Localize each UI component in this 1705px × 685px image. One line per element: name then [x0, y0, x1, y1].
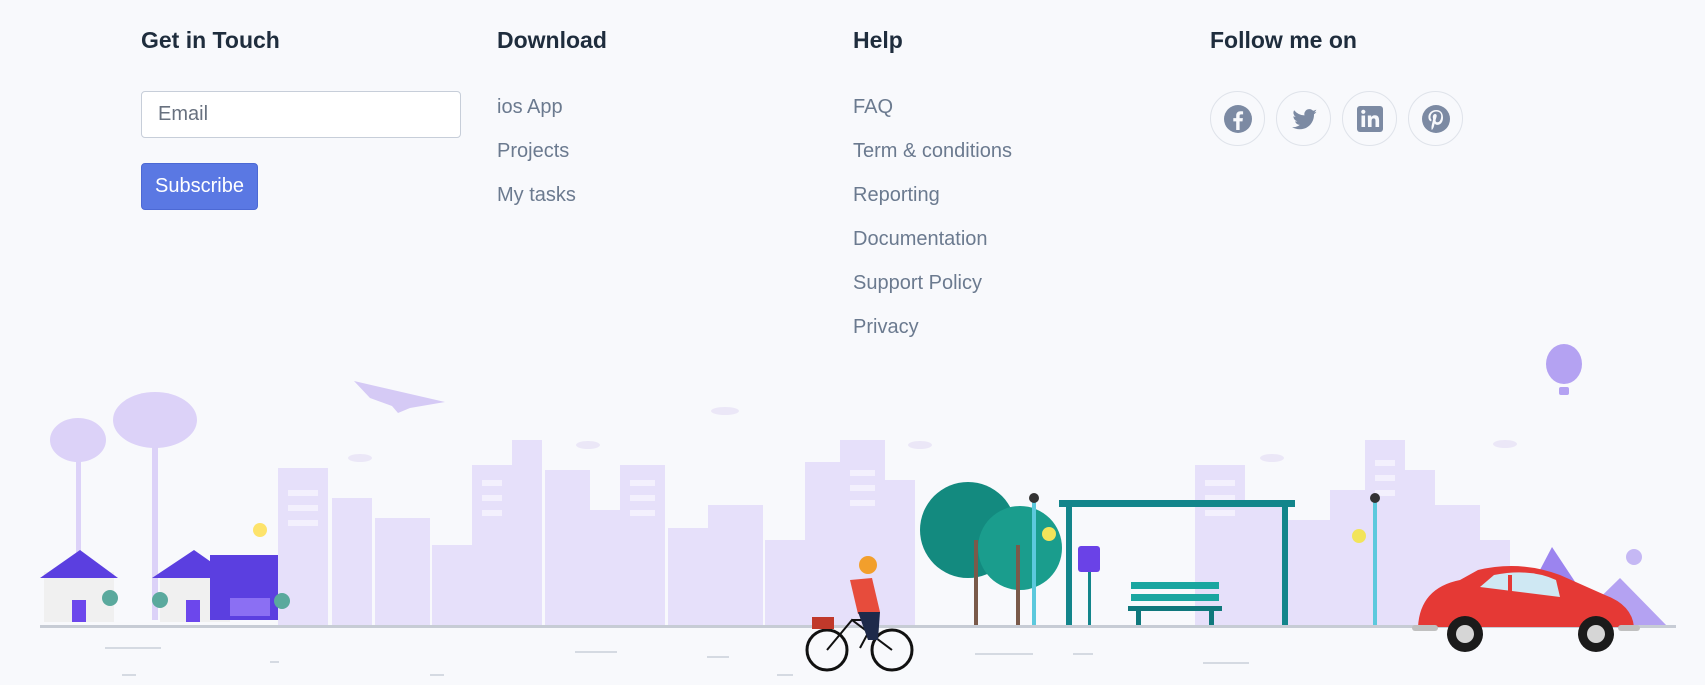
skyline [278, 440, 1510, 628]
help-links: FAQ Term & conditions Reporting Document… [853, 92, 1012, 356]
email-field[interactable] [141, 91, 461, 138]
park-trees [920, 482, 1062, 625]
footer-columns: Get in Touch Subscribe Download ios App … [0, 0, 1705, 360]
pinterest-icon [1421, 104, 1450, 133]
follow-section: Follow me on [1210, 24, 1510, 146]
road-marks [105, 647, 1249, 676]
ios-app-link[interactable]: ios App [497, 96, 563, 118]
reporting-link[interactable]: Reporting [853, 184, 940, 206]
download-title: Download [497, 27, 607, 53]
get-in-touch-section: Get in Touch Subscribe [141, 24, 461, 210]
list-item: Reporting [853, 180, 1012, 224]
city-illustration [40, 344, 1676, 676]
documentation-link[interactable]: Documentation [853, 228, 988, 250]
download-section: Download ios App Projects My tasks [497, 24, 797, 206]
list-item: Term & conditions [853, 136, 1012, 180]
follow-title: Follow me on [1210, 27, 1357, 53]
download-links: ios App Projects My tasks [497, 92, 576, 224]
balloon-icon [1546, 344, 1582, 395]
support-policy-link[interactable]: Support Policy [853, 272, 982, 294]
get-in-touch-title: Get in Touch [141, 27, 280, 53]
my-tasks-link[interactable]: My tasks [497, 184, 576, 206]
list-item: ios App [497, 92, 576, 136]
list-item: FAQ [853, 92, 1012, 136]
twitter-icon [1291, 108, 1317, 129]
social-links [1210, 91, 1463, 146]
terms-link[interactable]: Term & conditions [853, 140, 1012, 162]
list-item: Documentation [853, 224, 1012, 268]
projects-link[interactable]: Projects [497, 140, 569, 162]
faq-link[interactable]: FAQ [853, 96, 893, 118]
twitter-button[interactable] [1276, 91, 1331, 146]
list-item: Support Policy [853, 268, 1012, 312]
footer-scene: Get in Touch Subscribe Download ios App … [0, 0, 1705, 685]
facebook-button[interactable] [1210, 91, 1265, 146]
linkedin-icon [1356, 105, 1383, 132]
subscribe-button[interactable]: Subscribe [141, 163, 258, 210]
help-title: Help [853, 27, 903, 53]
list-item: My tasks [497, 180, 576, 224]
help-section: Help FAQ Term & conditions Reporting Doc… [853, 24, 1153, 338]
airplane-icon [354, 381, 445, 413]
pinterest-button[interactable] [1408, 91, 1463, 146]
list-item: Projects [497, 136, 576, 180]
facebook-icon [1223, 104, 1252, 133]
linkedin-button[interactable] [1342, 91, 1397, 146]
